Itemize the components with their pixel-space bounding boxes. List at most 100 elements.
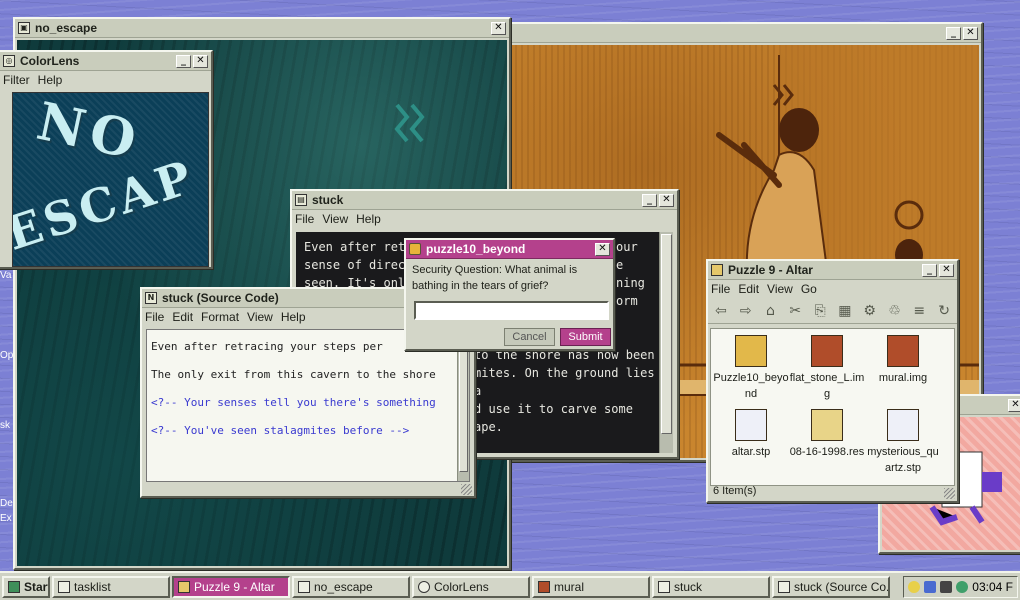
close-icon[interactable]: ✕ bbox=[491, 21, 506, 35]
lock-icon bbox=[409, 243, 421, 255]
text-fragment: e bbox=[616, 258, 624, 272]
app-icon bbox=[298, 580, 310, 593]
desktop-icon-label[interactable]: Ex bbox=[0, 513, 12, 524]
close-icon[interactable]: ✕ bbox=[963, 26, 978, 40]
altar-titlebar[interactable]: Puzzle 9 - Altar _ ✕ bbox=[708, 261, 957, 280]
mural-titlebar[interactable]: _ ✕ bbox=[507, 24, 981, 43]
back-arrow-icon[interactable]: ⇦ bbox=[712, 303, 730, 319]
altar-window[interactable]: Puzzle 9 - Altar _ ✕ File Edit View Go ⇦… bbox=[706, 259, 959, 503]
taskbar-item-stuck-source[interactable]: stuck (Source Co... bbox=[772, 575, 890, 598]
no-escape-titlebar[interactable]: ▣ no_escape ✕ bbox=[15, 19, 509, 38]
volume-icon[interactable] bbox=[940, 580, 953, 593]
lightbulb-icon[interactable] bbox=[908, 580, 921, 593]
settings-icon[interactable]: ⚙ bbox=[861, 303, 879, 319]
colorlens-titlebar[interactable]: ◎ ColorLens _ ✕ bbox=[0, 52, 211, 71]
taskbar-item-puzzle9[interactable]: Puzzle 9 - Altar bbox=[172, 575, 290, 598]
dialog-titlebar[interactable]: puzzle10_beyond ✕ bbox=[406, 240, 613, 259]
minimize-icon[interactable]: _ bbox=[176, 54, 191, 68]
menu-help[interactable]: Help bbox=[356, 212, 381, 226]
image-file-icon bbox=[887, 335, 919, 367]
puzzle-dialog[interactable]: puzzle10_beyond ✕ Security Question: Wha… bbox=[404, 238, 615, 351]
paste-icon[interactable]: ▦ bbox=[836, 303, 854, 319]
menu-filter[interactable]: Filter bbox=[3, 73, 30, 87]
taskbar-item-colorlens[interactable]: ColorLens bbox=[412, 575, 530, 598]
text-fragment: ning bbox=[616, 276, 645, 290]
scroll-thumb[interactable] bbox=[459, 332, 468, 472]
minimize-icon[interactable]: _ bbox=[946, 26, 961, 40]
menu-view[interactable]: View bbox=[767, 282, 793, 296]
desktop-icon-label[interactable]: Va bbox=[0, 270, 12, 281]
window-title: stuck bbox=[312, 193, 344, 207]
file-name: 08-16-1998.res bbox=[789, 446, 865, 458]
network-icon[interactable] bbox=[924, 580, 937, 593]
menu-file[interactable]: File bbox=[145, 310, 164, 324]
start-logo-icon bbox=[8, 580, 20, 593]
image-file-icon bbox=[811, 335, 843, 367]
close-icon[interactable]: ✕ bbox=[1008, 398, 1020, 412]
clock[interactable]: 03:04 F bbox=[972, 580, 1013, 594]
stuck-titlebar[interactable]: ▤ stuck _ ✕ bbox=[292, 191, 677, 210]
menu-file[interactable]: File bbox=[711, 282, 730, 296]
file-item[interactable]: mural.img bbox=[865, 335, 941, 386]
file-item[interactable]: altar.stp bbox=[713, 409, 789, 460]
image-icon bbox=[538, 580, 550, 593]
menu-edit[interactable]: Edit bbox=[738, 282, 759, 296]
taskbar-item-label: stuck bbox=[674, 579, 703, 594]
file-name: mural.img bbox=[878, 372, 928, 384]
status-bar: 6 Item(s) bbox=[713, 485, 757, 497]
menu-help[interactable]: Help bbox=[38, 73, 63, 87]
close-icon[interactable]: ✕ bbox=[939, 263, 954, 277]
file-name: mysterious_quartz.stp bbox=[867, 446, 939, 474]
file-item[interactable]: Puzzle10_beyond bbox=[713, 335, 789, 402]
desktop-icon-label[interactable]: Op bbox=[0, 350, 13, 361]
close-icon[interactable]: ✕ bbox=[659, 193, 674, 207]
menu-help[interactable]: Help bbox=[281, 310, 306, 324]
cut-icon[interactable]: ✂ bbox=[786, 303, 804, 319]
file-item[interactable]: flat_stone_L.img bbox=[789, 335, 865, 402]
folder-icon bbox=[711, 264, 723, 276]
vertical-scrollbar[interactable] bbox=[659, 232, 673, 453]
lock-file-icon bbox=[735, 335, 767, 367]
resize-grip-icon[interactable] bbox=[944, 488, 955, 499]
colorlens-window[interactable]: ◎ ColorLens _ ✕ Filter Help NO ESCAP bbox=[0, 50, 213, 269]
document-icon bbox=[658, 580, 670, 593]
lens-view: NO ESCAP bbox=[12, 92, 209, 267]
forward-arrow-icon[interactable]: ⇨ bbox=[737, 303, 755, 319]
menu-file[interactable]: File bbox=[295, 212, 314, 226]
menu-format[interactable]: Format bbox=[201, 310, 239, 324]
scroll-thumb[interactable] bbox=[661, 234, 672, 434]
source-editor[interactable]: Even after retracing your steps per The … bbox=[146, 329, 470, 482]
refresh-icon[interactable]: ↻ bbox=[935, 303, 953, 319]
recycle-icon[interactable]: ♲ bbox=[886, 303, 904, 319]
taskbar-item-tasklist[interactable]: tasklist bbox=[52, 575, 170, 598]
close-icon[interactable]: ✕ bbox=[595, 242, 610, 256]
desktop-icon-label[interactable]: De bbox=[0, 498, 13, 509]
globe-icon[interactable] bbox=[956, 580, 969, 593]
answer-input[interactable] bbox=[414, 301, 609, 320]
taskbar-item-label: no_escape bbox=[314, 579, 373, 594]
taskbar-item-mural[interactable]: mural bbox=[532, 575, 650, 598]
taskbar-item-stuck[interactable]: stuck bbox=[652, 575, 770, 598]
up-folder-icon[interactable]: ⌂ bbox=[762, 303, 780, 319]
cancel-button[interactable]: Cancel bbox=[504, 328, 555, 346]
submit-button[interactable]: Submit bbox=[560, 328, 611, 346]
text-fragment: orm bbox=[616, 294, 638, 308]
minimize-icon[interactable]: _ bbox=[642, 193, 657, 207]
menu-view[interactable]: View bbox=[322, 212, 348, 226]
menu-go[interactable]: Go bbox=[801, 282, 817, 296]
document-icon: ▤ bbox=[295, 194, 307, 206]
file-item[interactable]: 08-16-1998.res bbox=[789, 409, 865, 460]
properties-icon[interactable]: ≡ bbox=[910, 303, 928, 319]
file-item[interactable]: mysterious_quartz.stp bbox=[865, 409, 941, 476]
taskbar-item-no-escape[interactable]: no_escape bbox=[292, 575, 410, 598]
menu-view[interactable]: View bbox=[247, 310, 273, 324]
copy-icon[interactable]: ⎘ bbox=[811, 303, 829, 319]
vertical-scrollbar[interactable] bbox=[457, 330, 469, 481]
taskbar-item-label: tasklist bbox=[74, 579, 111, 594]
start-button[interactable]: Start bbox=[2, 575, 50, 598]
minimize-icon[interactable]: _ bbox=[922, 263, 937, 277]
menu-edit[interactable]: Edit bbox=[172, 310, 193, 324]
desktop-icon-label[interactable]: sk bbox=[0, 420, 10, 431]
resize-grip-icon[interactable] bbox=[461, 484, 472, 495]
close-icon[interactable]: ✕ bbox=[193, 54, 208, 68]
